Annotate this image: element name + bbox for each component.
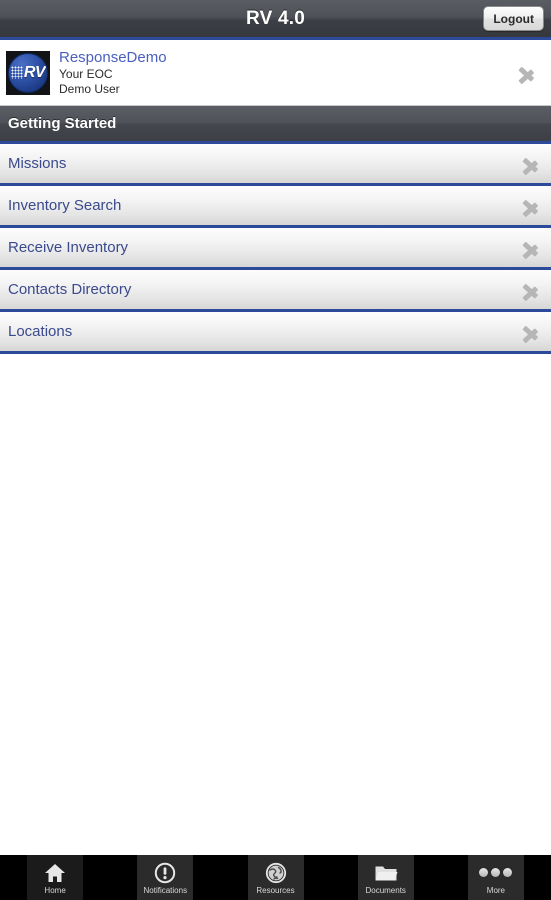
logo-dot-pattern	[10, 66, 23, 79]
account-chevron-icon	[519, 58, 537, 88]
account-row[interactable]: RV ResponseDemo Your EOC Demo User	[0, 40, 551, 106]
tab-notifications[interactable]: Notifications	[110, 855, 221, 900]
chevron-right-icon	[523, 191, 541, 221]
tab-label: More	[486, 885, 506, 895]
tab-resources[interactable]: Resources	[220, 855, 331, 900]
tab-home[interactable]: Home	[0, 855, 111, 900]
tab-more[interactable]: More	[440, 855, 551, 900]
tab-documents[interactable]: Documents	[330, 855, 441, 900]
list-item-receive-inventory[interactable]: Receive Inventory	[0, 228, 551, 270]
account-org-name: ResponseDemo	[59, 48, 167, 66]
alert-circle-icon	[153, 861, 177, 885]
app-root: RV 4.0 Logout RV ResponseDemo Your EOC D…	[0, 0, 551, 900]
account-eoc: Your EOC	[59, 66, 113, 81]
globe-icon	[264, 861, 288, 885]
list-item-locations[interactable]: Locations	[0, 312, 551, 354]
account-details: ResponseDemo Your EOC Demo User	[59, 49, 167, 97]
chevron-right-icon	[523, 149, 541, 179]
list-item-contacts-directory[interactable]: Contacts Directory	[0, 270, 551, 312]
list-item-missions[interactable]: Missions	[0, 144, 551, 186]
chevron-right-icon	[523, 233, 541, 263]
getting-started-list: Missions Inventory Search Receive Invent…	[0, 144, 551, 354]
logout-button[interactable]: Logout	[483, 6, 544, 31]
list-item-label: Contacts Directory	[8, 281, 132, 298]
chevron-right-icon	[523, 317, 541, 347]
app-logo: RV	[6, 50, 50, 95]
list-item-label: Inventory Search	[8, 197, 122, 214]
chevron-right-icon	[523, 275, 541, 305]
tab-label: Documents	[365, 885, 406, 895]
home-icon	[43, 861, 67, 885]
title-bar: RV 4.0 Logout	[0, 0, 551, 40]
list-item-inventory-search[interactable]: Inventory Search	[0, 186, 551, 228]
section-header-getting-started: Getting Started	[0, 106, 551, 144]
tab-label: Notifications	[143, 885, 188, 895]
account-user: Demo User	[59, 81, 120, 96]
list-item-label: Missions	[8, 155, 67, 172]
list-item-label: Receive Inventory	[8, 239, 129, 256]
list-item-label: Locations	[8, 323, 73, 340]
bottom-tab-bar: Home Notifications Resources Documents M…	[0, 855, 551, 900]
page-title: RV 4.0	[246, 7, 305, 29]
rv-logo-circle: RV	[8, 52, 48, 93]
empty-content-area	[0, 354, 551, 855]
tab-label: Home	[44, 885, 66, 895]
ellipsis-icon	[479, 861, 513, 885]
tab-label: Resources	[256, 885, 295, 895]
logo-text: RV	[23, 63, 46, 81]
folder-icon	[374, 861, 398, 885]
section-header-label: Getting Started	[8, 115, 117, 132]
